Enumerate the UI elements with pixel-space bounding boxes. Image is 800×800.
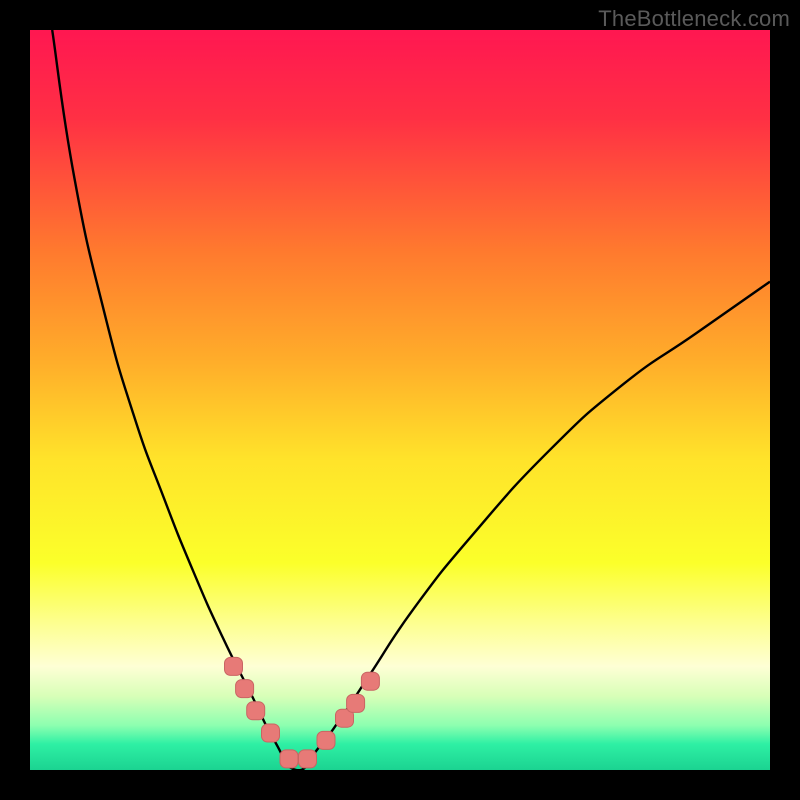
curve-marker — [280, 750, 298, 768]
curve-marker — [225, 657, 243, 675]
chart-frame — [30, 30, 770, 770]
watermark-text: TheBottleneck.com — [598, 6, 790, 32]
curve-marker — [317, 731, 335, 749]
curve-markers — [225, 657, 380, 768]
curve-marker — [361, 672, 379, 690]
bottleneck-curve — [52, 30, 770, 770]
chart-svg — [30, 30, 770, 770]
curve-marker — [236, 680, 254, 698]
curve-marker — [347, 694, 365, 712]
curve-marker — [299, 750, 317, 768]
curve-marker — [247, 702, 265, 720]
curve-marker — [262, 724, 280, 742]
